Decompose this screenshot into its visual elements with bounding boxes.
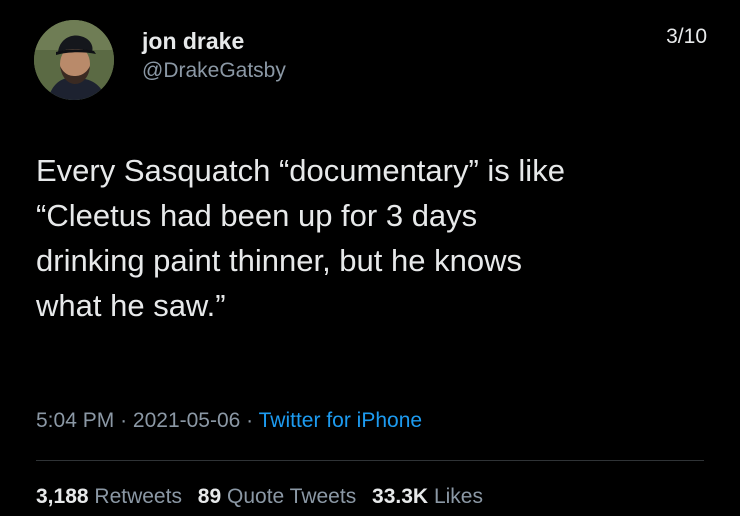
likes-stat[interactable]: 33.3K Likes [372, 486, 483, 507]
likes-count: 33.3K [372, 485, 429, 508]
retweets-stat[interactable]: 3,188 Retweets [36, 486, 182, 507]
meta-separator: · [120, 409, 128, 432]
quote-tweets-stat[interactable]: 89 Quote Tweets [198, 486, 356, 507]
likes-label: Likes [433, 485, 483, 508]
retweets-label: Retweets [94, 485, 182, 508]
divider [36, 460, 704, 461]
tweet-time[interactable]: 5:04 PM [36, 409, 114, 432]
thread-position: 3/10 [666, 25, 707, 48]
author-handle[interactable]: @DrakeGatsby [142, 60, 286, 81]
avatar-image [34, 20, 114, 100]
tweet-card: jon drake @DrakeGatsby 3/10 Every Sasqua… [0, 0, 740, 516]
meta-separator: · [246, 409, 254, 432]
tweet-meta: 5:04 PM · 2021-05-06 · Twitter for iPhon… [36, 410, 422, 431]
quote-tweets-label: Quote Tweets [227, 485, 357, 508]
avatar[interactable] [34, 20, 114, 100]
tweet-text: Every Sasquatch “documentary” is like “C… [36, 153, 565, 323]
author-display-name[interactable]: jon drake [142, 30, 244, 53]
quote-tweets-count: 89 [197, 485, 222, 508]
engagement-stats: 3,188 Retweets 89 Quote Tweets 33.3K Lik… [36, 486, 493, 507]
tweet-date[interactable]: 2021-05-06 [133, 409, 240, 432]
tweet-source-link[interactable]: Twitter for iPhone [259, 409, 422, 432]
retweets-count: 3,188 [36, 485, 89, 508]
